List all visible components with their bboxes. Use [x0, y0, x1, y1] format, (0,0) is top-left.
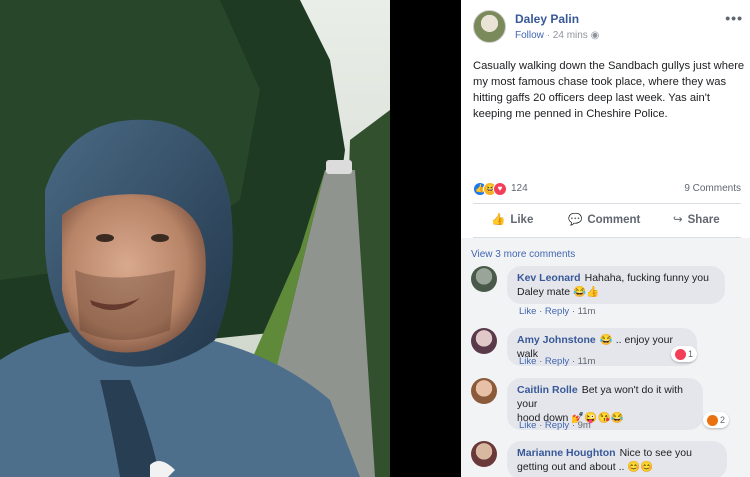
comment-author[interactable]: Kev Leonard: [517, 272, 581, 284]
post-header: Daley Palin Follow · 24 mins ◉ •••: [473, 10, 743, 46]
commenter-avatar[interactable]: [471, 441, 497, 467]
comment-like-link[interactable]: Like: [519, 420, 536, 431]
comment-reaction-badge[interactable]: 1: [671, 346, 698, 362]
divider: [473, 203, 741, 204]
angry-reaction-icon: [707, 415, 718, 427]
comment-time[interactable]: 11m: [578, 306, 596, 317]
comment-text-cont: getting out and about .. 😊😊: [517, 461, 654, 473]
reaction-summary[interactable]: 👍 😆 ♥ 124 9 Comments: [473, 182, 741, 198]
comment-text-cont: Daley mate 😂👍: [517, 286, 600, 298]
comment-count[interactable]: 9 Comments: [684, 183, 741, 194]
share-arrow-icon: ↪: [673, 214, 683, 226]
like-button[interactable]: 👍 Like: [491, 212, 533, 226]
speech-bubble-icon: 💬: [568, 214, 583, 226]
post-photo[interactable]: [0, 0, 390, 477]
follow-link[interactable]: Follow: [515, 30, 544, 41]
share-button[interactable]: ↪ Share: [673, 212, 720, 226]
selfie-image: [0, 0, 390, 477]
comment-bubble: Kev Leonard Hahaha, fucking funny you Dal…: [507, 266, 725, 304]
post-panel: Daley Palin Follow · 24 mins ◉ ••• Casua…: [461, 0, 750, 477]
sep: ·: [571, 306, 575, 317]
love-reaction-icon: [675, 349, 686, 361]
love-reaction-icon: ♥: [493, 182, 507, 196]
view-more-comments-link[interactable]: View 3 more comments: [471, 249, 575, 260]
comment-text: Hahaha, fucking funny you: [584, 272, 709, 284]
reaction-badge-count: 2: [720, 415, 726, 425]
sep: ·: [571, 356, 575, 367]
author-name[interactable]: Daley Palin: [515, 12, 579, 26]
like-label: Like: [510, 214, 534, 226]
comment-reply-link[interactable]: Reply: [545, 306, 569, 317]
comment-like-link[interactable]: Like: [519, 356, 536, 367]
comment-author[interactable]: Caitlin Rolle: [517, 384, 578, 396]
post-text: Casually walking down the Sandbach gully…: [473, 60, 745, 120]
thumbs-up-icon: 👍: [491, 214, 506, 226]
comment-actions: Like · Reply · 11m: [519, 306, 595, 317]
action-bar: 👍 Like 💬 Comment ↪ Share: [473, 208, 741, 236]
comment-actions: Like · Reply · 11m: [519, 356, 595, 367]
comments-section: View 3 more comments Kev Leonard Hahaha, …: [461, 238, 750, 477]
reaction-count[interactable]: 124: [511, 183, 528, 194]
comment-reply-link[interactable]: Reply: [545, 420, 569, 431]
comment-time[interactable]: 11m: [578, 356, 596, 367]
sep: ·: [539, 420, 543, 431]
comment-bubble: Marianne Houghton Nice to see you getting…: [507, 441, 727, 477]
sep: ·: [571, 420, 575, 431]
commenter-avatar[interactable]: [471, 378, 497, 404]
comment-time[interactable]: 9m: [578, 420, 591, 431]
commenter-avatar[interactable]: [471, 328, 497, 354]
globe-icon: ◉: [590, 30, 600, 41]
share-label: Share: [687, 214, 720, 226]
post-time[interactable]: 24 mins: [553, 30, 588, 41]
reaction-badge-count: 1: [688, 349, 694, 359]
comment-label: Comment: [587, 214, 641, 226]
comment-author[interactable]: Marianne Houghton: [517, 447, 616, 459]
post-meta: Follow · 24 mins ◉: [515, 30, 599, 41]
more-options-icon[interactable]: •••: [725, 10, 743, 26]
comment-text: Nice to see you: [619, 447, 692, 459]
comment-author[interactable]: Amy Johnstone: [517, 334, 596, 346]
comment-button[interactable]: 💬 Comment: [568, 212, 640, 226]
comment-reply-link[interactable]: Reply: [545, 356, 569, 367]
comment-like-link[interactable]: Like: [519, 306, 536, 317]
commenter-avatar[interactable]: [471, 266, 497, 292]
screenshot-frame: Daley Palin Follow · 24 mins ◉ ••• Casua…: [0, 0, 750, 477]
photo-side-gap: [390, 0, 461, 477]
sep: ·: [539, 356, 543, 367]
comment-reaction-badge[interactable]: 2: [703, 412, 730, 428]
sep: ·: [539, 306, 543, 317]
author-avatar[interactable]: [473, 10, 506, 43]
comment-actions: Like · Reply · 9m: [519, 420, 591, 431]
